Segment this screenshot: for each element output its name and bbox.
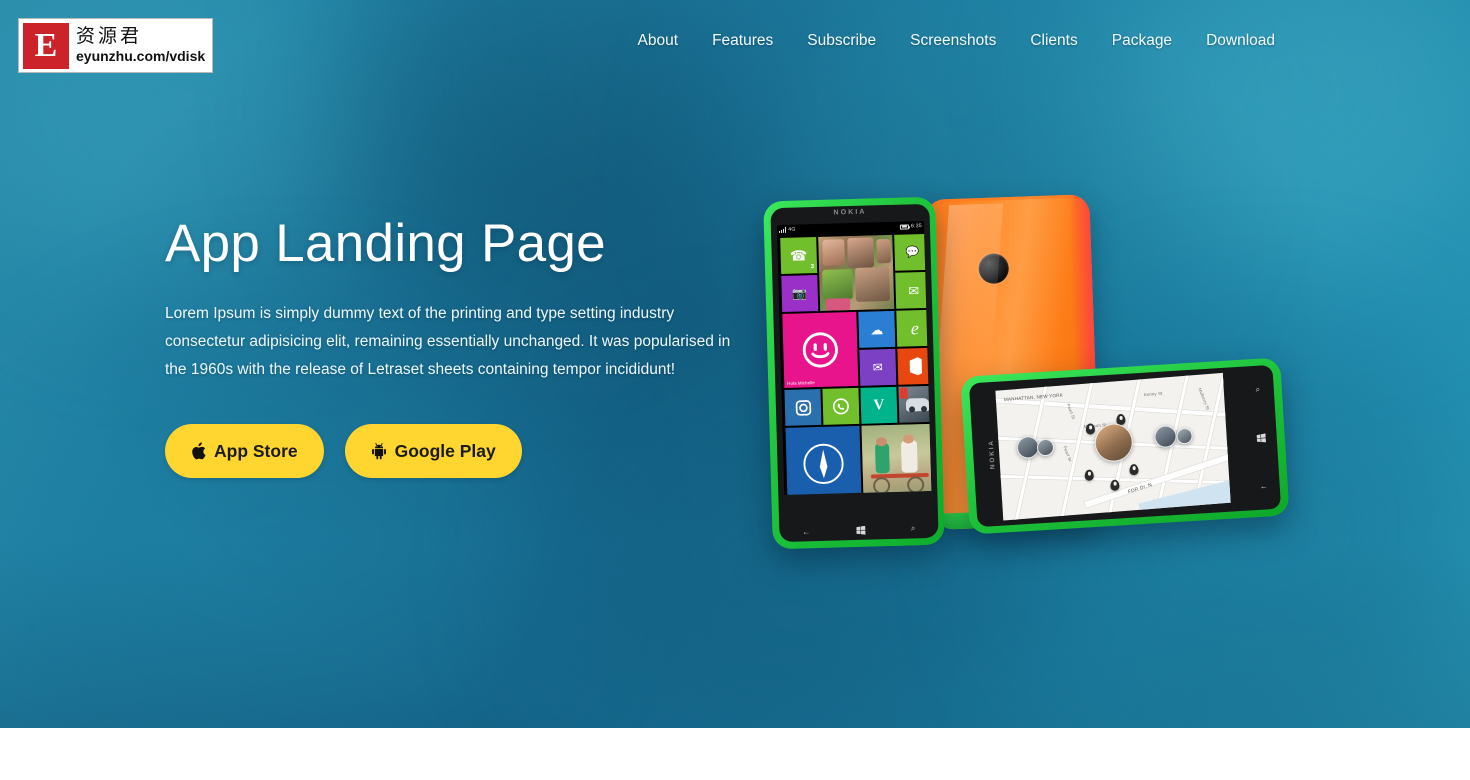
map-street-label: Pearl St <box>1062 445 1073 463</box>
hero-cta-buttons: App Store Google Play <box>165 424 745 479</box>
camera-icon: 📷 <box>792 286 808 301</box>
nav-item-package[interactable]: Package <box>1095 28 1189 54</box>
instagram-icon <box>784 389 821 426</box>
vine-icon: V <box>873 396 885 413</box>
tile-messaging[interactable]: 💬 3 <box>894 233 932 271</box>
map-pin[interactable] <box>1110 479 1120 492</box>
tile-phone[interactable]: ☎ 3 <box>780 237 818 274</box>
tile-badge: 3 <box>924 260 929 267</box>
status-right: 6:35 <box>899 223 923 230</box>
map-pin[interactable] <box>1085 423 1096 435</box>
map-pin[interactable] <box>1129 463 1139 476</box>
app-store-label: App Store <box>214 440 298 461</box>
tile-camera[interactable]: 📷 <box>781 274 819 312</box>
main-navigation[interactable]: About Features Subscribe Screenshots Cli… <box>621 28 1292 54</box>
android-icon <box>371 442 387 460</box>
tile-instagram[interactable] <box>784 388 822 426</box>
map-photo-bubble[interactable] <box>1036 438 1055 457</box>
tile-email[interactable]: ✉ 8 <box>895 271 932 309</box>
tile-grid: ☎ 3 💬 3 📷 ✉ 8 Hola Michelle ☁ e ✉ V <box>778 233 932 495</box>
google-play-button[interactable]: Google Play <box>344 424 522 479</box>
tile-office[interactable] <box>897 347 932 385</box>
tile-news[interactable] <box>898 385 932 423</box>
cloud-icon: ☁ <box>870 321 884 338</box>
nav-item-download[interactable]: Download <box>1189 28 1292 54</box>
windows-home-icon[interactable] <box>1256 433 1266 443</box>
nav-item-features[interactable]: Features <box>695 28 790 54</box>
status-left: 4G <box>779 226 796 234</box>
hero-title: App Landing Page <box>165 214 606 273</box>
search-icon[interactable]: ⌕ <box>1255 385 1260 395</box>
clock-label: 6:35 <box>910 223 923 230</box>
phone-map-nav-buttons[interactable]: ⌕ ← <box>1245 365 1276 510</box>
search-icon[interactable]: ⌕ <box>911 523 916 533</box>
tile-photo-gallery[interactable] <box>861 423 932 495</box>
compass-icon <box>786 426 862 495</box>
tile-whatsapp[interactable] <box>822 387 860 425</box>
tile-badge: 8 <box>925 298 930 305</box>
office-icon <box>897 348 931 385</box>
tile-here-maps[interactable]: HERE Maps <box>785 425 862 495</box>
tile-outlook[interactable]: ✉ <box>859 348 897 386</box>
internet-explorer-icon: e <box>910 318 920 339</box>
tile-onedrive[interactable]: ☁ <box>858 310 896 348</box>
tile-contact[interactable]: Hola Michelle <box>782 311 859 388</box>
map-street-label: Kenny St <box>1143 390 1163 398</box>
watermark-overlay: E 资源君 eyunzhu.com/vdisk <box>18 18 213 73</box>
map-street-label: Mulberry St <box>1197 387 1211 411</box>
map-road <box>995 397 1231 420</box>
nokia-brand-landscape: NOKIA <box>987 438 997 470</box>
signal-strength-icon <box>779 226 787 234</box>
status-bar: 4G 6:35 <box>777 221 924 235</box>
device-showcase: NOKIA 4G 6:35 ☎ 3 💬 3 📷 ✉ 8 Hola Michell… <box>760 185 1305 560</box>
nav-item-screenshots[interactable]: Screenshots <box>893 28 1013 54</box>
watermark-badge-icon: E <box>23 22 69 69</box>
network-label: 4G <box>788 226 796 233</box>
nav-item-clients[interactable]: Clients <box>1013 28 1094 54</box>
watermark-text: 资源君 eyunzhu.com/vdisk <box>76 24 206 64</box>
whatsapp-icon <box>822 388 859 425</box>
hero-section: anD About Features Subscribe Screenshots… <box>0 0 1470 728</box>
map-screen[interactable]: MANHATTAN, NEW YORK Kenny St Mulberry St… <box>995 372 1231 521</box>
phone-front-green: NOKIA 4G 6:35 ☎ 3 💬 3 📷 ✉ 8 Hola Michell… <box>763 196 945 550</box>
battery-icon <box>899 223 910 230</box>
nav-item-about[interactable]: About <box>621 28 696 54</box>
watermark-badge-letter: E <box>34 26 58 64</box>
camera-lens-icon <box>978 253 1010 285</box>
phone-landscape-map: NOKIA MANHATTAN, NEW YORK Kenny St Mulbe… <box>960 357 1290 535</box>
smiley-face-icon <box>782 312 858 388</box>
back-button-icon[interactable]: ← <box>802 527 810 536</box>
tile-people-photo[interactable] <box>818 234 895 311</box>
tile-internet-explorer[interactable]: e <box>896 309 932 347</box>
map-pin[interactable] <box>1084 469 1095 482</box>
app-store-button[interactable]: App Store <box>165 424 324 479</box>
google-play-label: Google Play <box>394 440 496 461</box>
phone-map-body: NOKIA MANHATTAN, NEW YORK Kenny St Mulbe… <box>968 364 1282 528</box>
hero-paragraph: Lorem Ipsum is simply dummy text of the … <box>165 305 731 379</box>
windows-home-icon[interactable] <box>856 525 866 535</box>
hero-content: App Landing Page Lorem Ipsum is simply d… <box>165 214 745 479</box>
watermark-url: eyunzhu.com/vdisk <box>76 47 206 64</box>
phone-nav-buttons[interactable]: ← ⌕ <box>779 520 938 540</box>
phone-front-body: NOKIA 4G 6:35 ☎ 3 💬 3 📷 ✉ 8 Hola Michell… <box>770 203 939 543</box>
site-header: anD About Features Subscribe Screenshots… <box>0 0 1470 82</box>
page-below-fold <box>0 728 1470 780</box>
tile-label: Hola Michelle <box>787 380 815 386</box>
back-button-icon[interactable]: ← <box>1259 481 1268 490</box>
nokia-brand-front: NOKIA <box>833 208 867 217</box>
outlook-icon: ✉ <box>872 360 884 375</box>
nav-item-subscribe[interactable]: Subscribe <box>790 28 893 54</box>
apple-icon <box>191 442 206 460</box>
message-icon: 💬 <box>905 245 920 259</box>
tile-badge: 3 <box>810 264 815 271</box>
tile-label: HERE Maps <box>790 494 815 495</box>
tile-vine[interactable]: V <box>860 386 898 424</box>
watermark-cn-text: 资源君 <box>76 24 143 47</box>
map-photo-bubble[interactable] <box>1176 427 1193 445</box>
phone-screen-start: 4G 6:35 ☎ 3 💬 3 📷 ✉ 8 Hola Michelle ☁ e … <box>776 220 932 495</box>
